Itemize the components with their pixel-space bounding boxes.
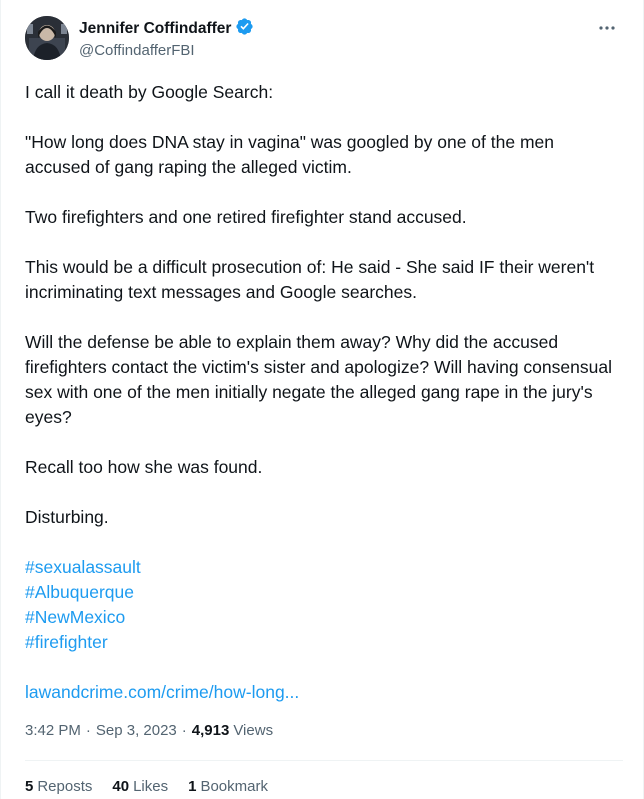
hashtag-list: #sexualassault #Albuquerque #NewMexico #… [25, 555, 615, 655]
reposts-stat[interactable]: 5 Reposts [25, 778, 92, 795]
reposts-label: Reposts [37, 778, 93, 795]
author-names: Jennifer Coffindaffer @CoffindafferFBI [79, 17, 254, 59]
author-handle[interactable]: @CoffindafferFBI [79, 42, 254, 59]
reposts-count: 5 [25, 778, 34, 795]
tweet-text: I call it death by Google Search: "How l… [25, 80, 615, 705]
likes-count: 40 [112, 778, 130, 795]
tweet-paragraph: This would be a difficult prosecution of… [25, 257, 595, 302]
meta-separator: · [85, 722, 91, 739]
tweet-time[interactable]: 3:42 PM [25, 722, 81, 739]
likes-label: Likes [133, 778, 169, 795]
hashtag-link[interactable]: #NewMexico [25, 605, 615, 630]
hashtag-link[interactable]: #firefighter [25, 630, 615, 655]
hashtag-link[interactable]: #sexualassault [25, 555, 615, 580]
tweet-paragraph: Disturbing. [25, 507, 109, 527]
views-count: 4,913 [191, 722, 230, 739]
bookmarks-count: 1 [188, 778, 197, 795]
tweet-paragraph: Recall too how she was found. [25, 457, 263, 477]
more-horizontal-icon [599, 26, 615, 30]
avatar[interactable] [25, 16, 69, 60]
article-link[interactable]: lawandcrime.com/crime/how-long... [25, 680, 615, 705]
tweet-paragraph: "How long does DNA stay in vagina" was g… [25, 132, 554, 177]
tweet-meta: 3:42 PM · Sep 3, 2023 · 4,913 Views [25, 722, 273, 739]
tweet-paragraph: I call it death by Google Search: [25, 82, 274, 102]
tweet-card: Jennifer Coffindaffer @CoffindafferFBI I… [0, 0, 644, 799]
engagement-stats: 5 Reposts 40 Likes 1 Bookmark [25, 778, 268, 795]
display-name-row: Jennifer Coffindaffer [79, 17, 254, 41]
avatar-photo-icon [25, 16, 69, 60]
display-name[interactable]: Jennifer Coffindaffer [79, 20, 231, 38]
tweet-header: Jennifer Coffindaffer @CoffindafferFBI [25, 16, 623, 66]
verified-badge-icon[interactable] [235, 17, 254, 41]
likes-stat[interactable]: 40 Likes [112, 778, 168, 795]
meta-separator: · [181, 722, 187, 739]
tweet-date[interactable]: Sep 3, 2023 [96, 722, 177, 739]
verified-badge-svg [236, 18, 254, 35]
tweet-paragraph: Two firefighters and one retired firefig… [25, 207, 467, 227]
more-options-button[interactable] [595, 18, 619, 38]
bookmarks-label: Bookmark [200, 778, 268, 795]
hashtag-link[interactable]: #Albuquerque [25, 580, 615, 605]
bookmarks-stat[interactable]: 1 Bookmark [188, 778, 268, 795]
divider [25, 760, 623, 761]
views-label: Views [233, 722, 274, 739]
tweet-paragraph: Will the defense be able to explain them… [25, 332, 612, 427]
